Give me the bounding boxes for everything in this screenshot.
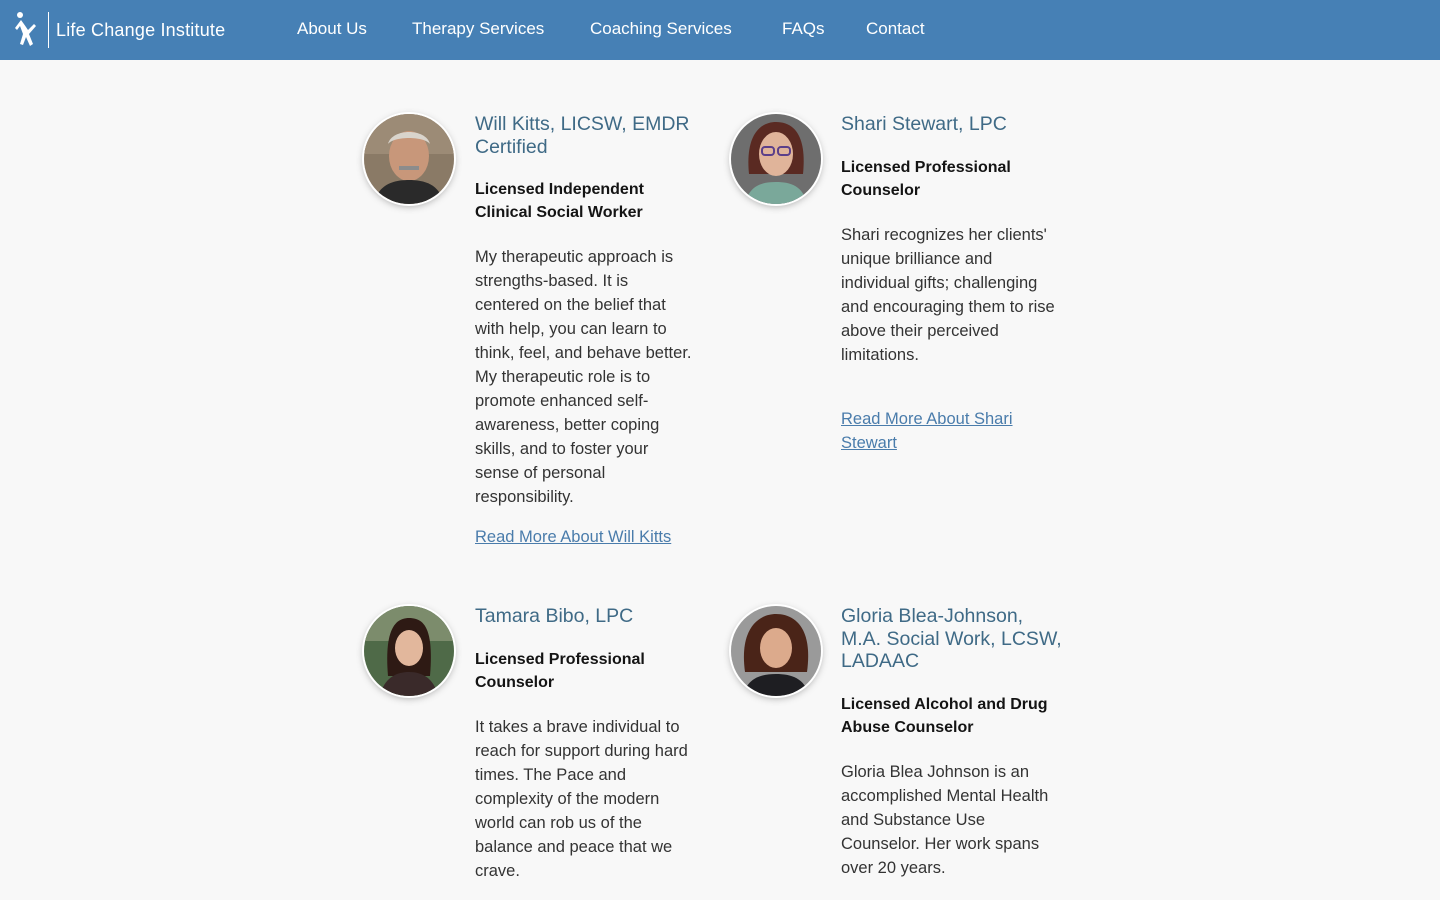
therapist-credential: Licensed Alcohol and Drug Abuse Counselo…	[841, 696, 1048, 736]
nav-about-us[interactable]: About Us	[297, 18, 367, 40]
therapist-credential: Licensed Independent Clinical Social Wor…	[475, 181, 644, 221]
read-more-will-kitts-link[interactable]: Read More About Will Kitts	[475, 525, 705, 549]
read-more-shari-stewart-link[interactable]: Read More About Shari Stewart	[841, 407, 1036, 455]
therapist-name: Gloria Blea-Johnson, M.A. Social Work, L…	[841, 605, 1062, 672]
main-nav: About Us Therapy Services Coaching Servi…	[0, 0, 1440, 60]
therapist-bio: Shari recognizes her clients' unique bri…	[841, 226, 1055, 364]
nav-contact[interactable]: Contact	[866, 18, 925, 40]
therapist-credential: Licensed Professional Counselor	[841, 159, 1011, 199]
therapist-name: Will Kitts, LICSW, EMDR Certified	[475, 113, 690, 158]
avatar-will-kitts	[364, 114, 454, 204]
therapist-bio: Gloria Blea Johnson is an accomplished M…	[841, 763, 1049, 877]
therapist-name: Tamara Bibo, LPC	[475, 605, 634, 627]
nav-coaching-services[interactable]: Coaching Services	[590, 18, 732, 40]
avatar-tamara-bibo	[364, 606, 454, 696]
therapist-name: Shari Stewart, LPC	[841, 113, 1007, 135]
therapist-bio: My therapeutic approach is strengths-bas…	[475, 248, 692, 506]
avatar-shari-stewart	[731, 114, 821, 204]
nav-therapy-services[interactable]: Therapy Services	[412, 18, 544, 40]
nav-faqs[interactable]: FAQs	[782, 18, 825, 40]
therapist-bio: It takes a brave individual to reach for…	[475, 718, 688, 880]
therapist-credential: Licensed Professional Counselor	[475, 651, 645, 691]
site-header: Life Change Institute About Us Therapy S…	[0, 0, 1440, 60]
avatar-gloria-blea-johnson	[731, 606, 821, 696]
